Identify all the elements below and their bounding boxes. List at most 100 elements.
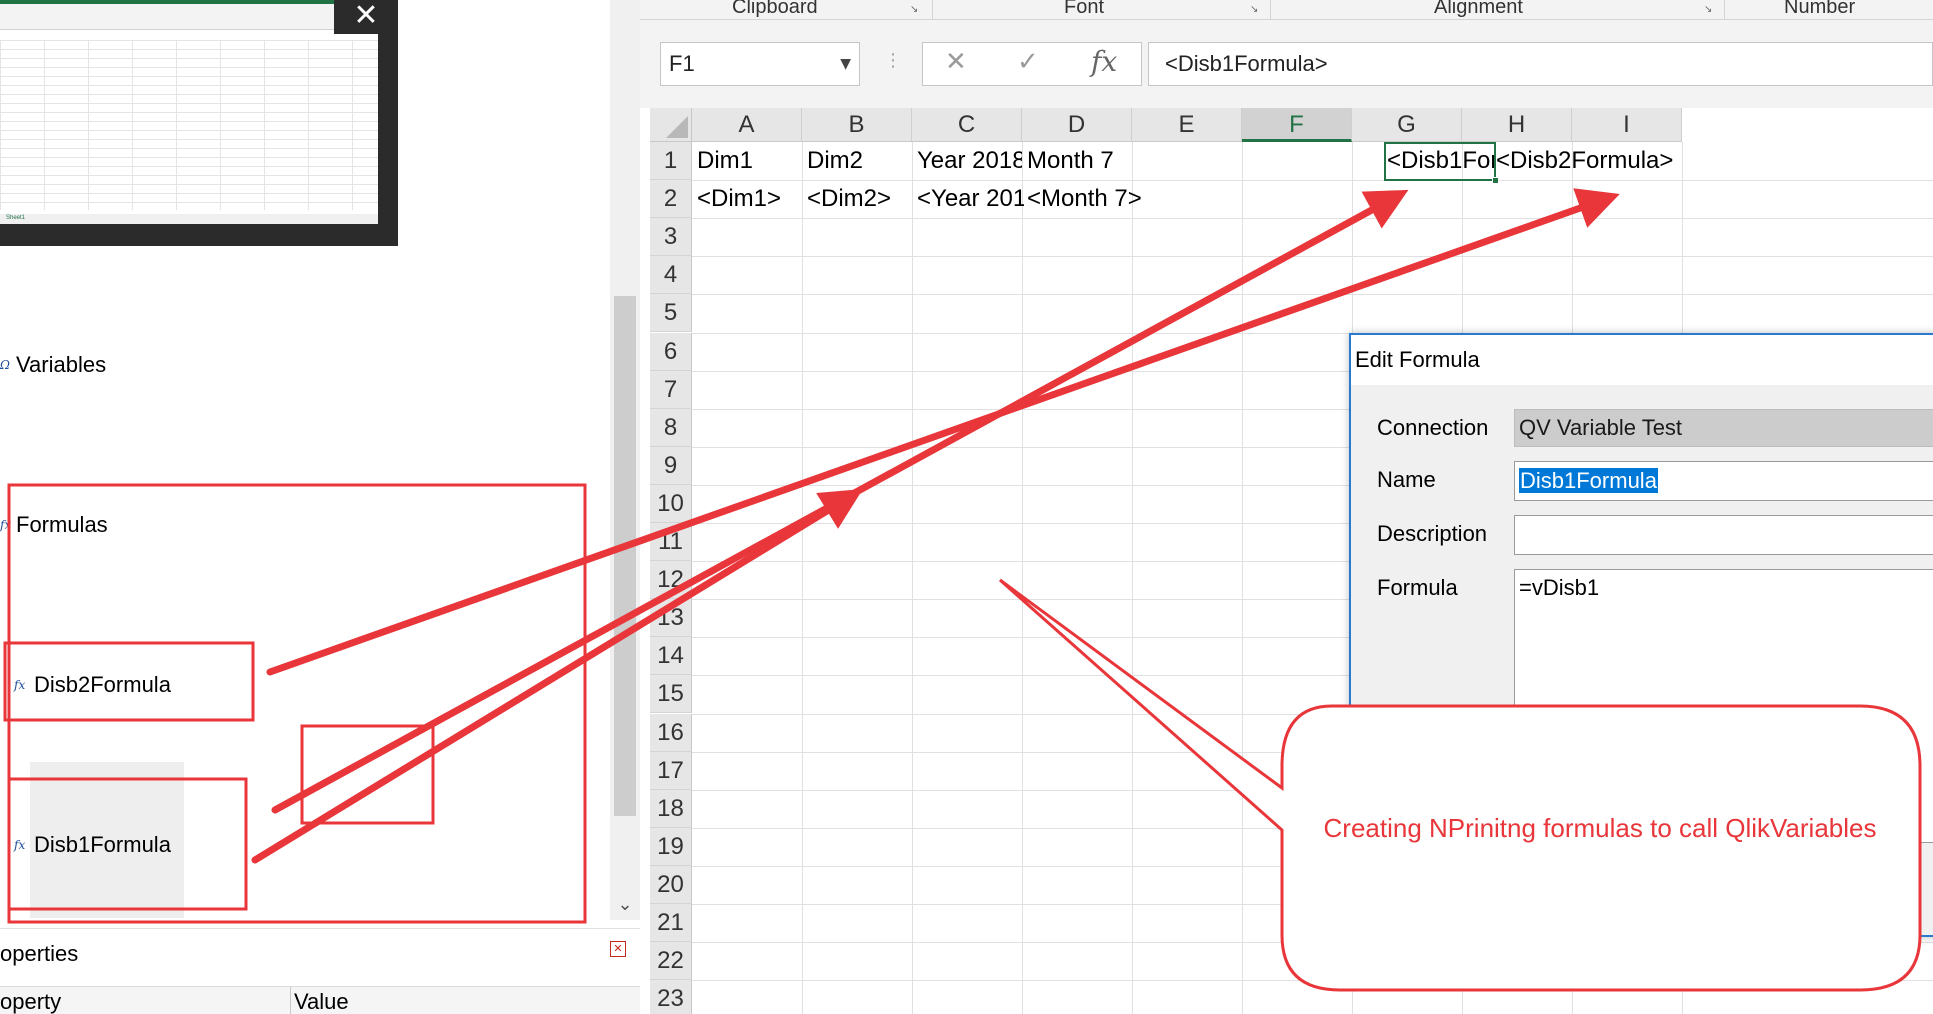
alignment-launcher-icon[interactable]: ↘ bbox=[1704, 4, 1716, 16]
name-label: Name bbox=[1377, 467, 1436, 492]
formula-textarea[interactable]: =vDisb1 bbox=[1514, 569, 1933, 843]
column-header-g[interactable]: G bbox=[1352, 108, 1462, 142]
tree-scrollbar[interactable]: ⌄ bbox=[610, 0, 640, 920]
row-header[interactable]: 20 bbox=[650, 865, 692, 904]
column-header-h[interactable]: H bbox=[1462, 108, 1572, 142]
column-header-c[interactable]: C bbox=[912, 108, 1022, 142]
column-header-a[interactable]: A bbox=[692, 108, 802, 142]
scrollbar-thumb[interactable] bbox=[614, 296, 636, 816]
formulas-icon: fx bbox=[0, 518, 12, 532]
fill-handle[interactable] bbox=[1492, 177, 1499, 184]
drag-handle-icon[interactable]: ⋮ bbox=[884, 50, 902, 71]
row-header[interactable]: 16 bbox=[650, 713, 692, 752]
properties-column-headers: operty Value bbox=[0, 986, 640, 1014]
name-input[interactable]: Disb1Formula bbox=[1514, 461, 1933, 501]
cell-g1[interactable]: <Disb2Formula> bbox=[1494, 142, 1694, 180]
property-column-header[interactable]: operty bbox=[0, 989, 61, 1014]
clipboard-launcher-icon[interactable]: ↘ bbox=[910, 4, 922, 16]
tree-item-formulas[interactable]: Formulas bbox=[16, 512, 108, 538]
font-launcher-icon[interactable]: ↘ bbox=[1250, 4, 1262, 16]
screenshot-root: Sheet1 ✕ Ω Variables fx Formulas fx Disb… bbox=[0, 0, 1933, 1014]
row-header[interactable]: 9 bbox=[650, 446, 692, 485]
tree-item-disb2formula[interactable]: Disb2Formula bbox=[34, 672, 171, 698]
cell-a2[interactable]: <Dim1> bbox=[692, 180, 802, 218]
name-box[interactable]: F1 ▼ bbox=[660, 42, 860, 86]
column-gridline bbox=[1242, 142, 1243, 1014]
row-header[interactable]: 3 bbox=[650, 218, 692, 257]
column-header-f[interactable]: F bbox=[1242, 108, 1352, 142]
row-header[interactable]: 4 bbox=[650, 256, 692, 295]
select-all-triangle bbox=[666, 116, 688, 138]
row-header[interactable]: 2 bbox=[650, 180, 692, 219]
column-gridline bbox=[1022, 142, 1023, 1014]
row-header[interactable]: 23 bbox=[650, 980, 692, 1014]
properties-close-icon[interactable]: ✕ bbox=[610, 941, 626, 957]
row-header[interactable]: 11 bbox=[650, 523, 692, 562]
column-header-i[interactable]: I bbox=[1572, 108, 1682, 142]
cell-d2[interactable]: <Month 7> bbox=[1022, 180, 1152, 218]
cell-b2[interactable]: <Dim2> bbox=[802, 180, 912, 218]
cell-c2[interactable]: <Year 2018 bbox=[912, 180, 1024, 218]
column-header-e[interactable]: E bbox=[1132, 108, 1242, 142]
row-header[interactable]: 8 bbox=[650, 408, 692, 447]
enter-icon[interactable]: ✓ bbox=[1017, 47, 1039, 77]
description-input[interactable] bbox=[1514, 515, 1933, 555]
connection-value: QV Variable Test bbox=[1519, 415, 1683, 440]
row-header[interactable]: 21 bbox=[650, 904, 692, 943]
dialog-titlebar[interactable]: Edit Formula ✕ bbox=[1351, 335, 1933, 385]
row-header[interactable]: 5 bbox=[650, 294, 692, 333]
excel-thumbnail-preview[interactable]: Sheet1 ✕ bbox=[0, 0, 398, 246]
row-header[interactable]: 1 bbox=[650, 142, 692, 181]
row-gridline bbox=[692, 256, 1933, 258]
thumbnail-ribbon bbox=[0, 0, 378, 30]
row-header[interactable]: 7 bbox=[650, 370, 692, 409]
dialog-title: Edit Formula bbox=[1355, 347, 1480, 372]
ribbon-group-clipboard: Clipboard bbox=[732, 0, 818, 18]
description-label: Description bbox=[1377, 521, 1488, 546]
thumbnail-close-button[interactable]: ✕ bbox=[334, 0, 398, 34]
tree-item-variables[interactable]: Variables bbox=[16, 352, 106, 378]
formula-bar-input[interactable]: <Disb1Formula> bbox=[1148, 42, 1933, 86]
row-gridline bbox=[692, 218, 1933, 220]
cell-c1[interactable]: Year 2018 bbox=[912, 142, 1022, 180]
column-gridline bbox=[912, 142, 913, 1014]
chevron-down-icon[interactable]: ▼ bbox=[840, 43, 851, 85]
properties-panel-header: operties ✕ bbox=[0, 928, 640, 978]
row-header[interactable]: 17 bbox=[650, 751, 692, 790]
column-header-d[interactable]: D bbox=[1022, 108, 1132, 142]
column-divider[interactable] bbox=[290, 987, 291, 1014]
cell-a1[interactable]: Dim1 bbox=[692, 142, 802, 180]
formula-label: Formula bbox=[1377, 575, 1458, 600]
select-all-button[interactable] bbox=[650, 108, 692, 142]
column-header-b[interactable]: B bbox=[802, 108, 912, 142]
active-cell-border[interactable] bbox=[1384, 142, 1499, 184]
row-header[interactable]: 6 bbox=[650, 332, 692, 371]
close-icon: ✕ bbox=[353, 0, 379, 33]
row-header[interactable]: 19 bbox=[650, 827, 692, 866]
connection-select[interactable]: QV Variable Test ⌄ bbox=[1514, 409, 1933, 447]
row-header[interactable]: 22 bbox=[650, 942, 692, 981]
scroll-down-icon[interactable]: ⌄ bbox=[610, 890, 640, 920]
formula-bar-buttons: ✕ ✓ fx bbox=[922, 42, 1142, 86]
row-header[interactable]: 13 bbox=[650, 599, 692, 638]
ribbon-group-font: Font bbox=[1064, 0, 1105, 18]
ribbon-separator bbox=[1270, 0, 1271, 20]
insert-function-icon[interactable]: fx bbox=[1091, 45, 1117, 78]
connection-label: Connection bbox=[1377, 415, 1489, 440]
cell-d1[interactable]: Month 7 bbox=[1022, 142, 1142, 180]
value-column-header[interactable]: Value bbox=[294, 989, 349, 1014]
row-header[interactable]: 14 bbox=[650, 637, 692, 676]
row-header[interactable]: 12 bbox=[650, 561, 692, 600]
row-header[interactable]: 10 bbox=[650, 484, 692, 523]
cancel-icon[interactable]: ✕ bbox=[945, 47, 967, 77]
row-gridline bbox=[692, 942, 1933, 944]
thumbnail-grid bbox=[0, 40, 378, 210]
cell-b1[interactable]: Dim2 bbox=[802, 142, 912, 180]
row-header[interactable]: 18 bbox=[650, 789, 692, 828]
column-gridline bbox=[1132, 142, 1133, 1014]
row-header[interactable]: 15 bbox=[650, 675, 692, 714]
edit-formula-dialog: Edit Formula ✕ Connection QV Variable Te… bbox=[1349, 333, 1933, 937]
tree-item-disb1formula[interactable]: Disb1Formula bbox=[34, 832, 171, 858]
thumbnail-status-bar: Sheet1 bbox=[0, 214, 378, 224]
callout-text: Creating NPrinitng formulas to call Qlik… bbox=[1323, 813, 1877, 843]
